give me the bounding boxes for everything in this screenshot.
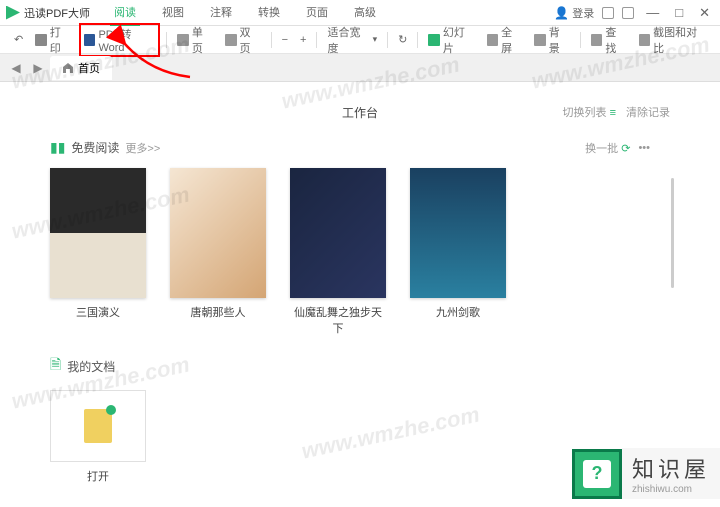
fullscreen-button[interactable]: 全屏 (483, 22, 527, 58)
brand-icon: ? (572, 449, 622, 499)
separator (166, 32, 167, 48)
brand-name: 知识屋 (632, 452, 710, 484)
document-tabbar: ◀ ▶ 首页 (0, 54, 720, 82)
book-cover (170, 168, 266, 298)
switch-list-button[interactable]: 切换列表 ≡ (563, 104, 616, 120)
content-area: 工作台 切换列表 ≡ 清除记录 ▮▮ 免费阅读 更多>> 换一批 ⟳ ••• (0, 82, 720, 494)
more-menu[interactable]: ••• (638, 142, 650, 154)
separator (417, 32, 418, 48)
book-title: 仙魔乱舞之独步天下 (290, 304, 386, 336)
workspace-actions: 切换列表 ≡ 清除记录 (563, 104, 670, 120)
separator (387, 32, 388, 48)
book-list: 三国演义 唐朝那些人 仙魔乱舞之独步天下 九州剑歌 (50, 168, 670, 336)
word-icon (84, 34, 96, 46)
find-button[interactable]: 查找 (587, 22, 631, 58)
find-icon (591, 34, 603, 46)
refresh-button[interactable]: 换一批 ⟳ (585, 140, 630, 156)
more-link[interactable]: 更多>> (125, 140, 160, 156)
maximize-button[interactable]: □ (671, 5, 687, 20)
double-page-button[interactable]: 双页 (221, 22, 265, 58)
slideshow-button[interactable]: 幻灯片 (424, 22, 478, 58)
screenshot-icon (639, 34, 651, 46)
single-page-icon (177, 34, 189, 46)
home-icon (62, 62, 74, 74)
zoom-in-button[interactable]: + (296, 32, 310, 48)
my-docs-title: 我的文档 (67, 358, 115, 375)
brand-domain: zhishiwu.com (632, 484, 710, 495)
books-icon: ▮▮ (50, 139, 65, 156)
book-title: 三国演义 (50, 304, 146, 320)
book-title: 九州剑歌 (410, 304, 506, 320)
nav-back-button[interactable]: ◀ (6, 58, 26, 78)
brand-badge: ? 知识屋 zhishiwu.com (572, 448, 720, 499)
workspace-title: 工作台 (342, 106, 378, 120)
home-tab[interactable]: 首页 (50, 56, 112, 80)
free-read-section: ▮▮ 免费阅读 更多>> 换一批 ⟳ ••• 三国演义 唐朝那些人 (50, 139, 670, 336)
separator (271, 32, 272, 48)
book-cover (50, 168, 146, 298)
free-read-actions: 换一批 ⟳ ••• (585, 140, 650, 156)
double-page-icon (225, 34, 237, 46)
fit-width-button[interactable]: 适合宽度 ▾ (323, 22, 381, 58)
open-doc-item[interactable]: 打开 (50, 390, 146, 484)
close-button[interactable]: ✕ (695, 5, 714, 21)
book-cover (410, 168, 506, 298)
book-title: 唐朝那些人 (170, 304, 266, 320)
background-icon (534, 34, 546, 46)
document-icon (84, 409, 112, 443)
refresh-icon: ⟳ (621, 143, 630, 155)
free-read-header: ▮▮ 免费阅读 更多>> 换一批 ⟳ ••• (50, 139, 670, 156)
zoom-out-button[interactable]: − (278, 32, 292, 48)
print-button[interactable]: 打印 (31, 22, 75, 58)
background-button[interactable]: 背景 (530, 22, 574, 58)
fullscreen-icon (487, 34, 499, 46)
login-label: 登录 (572, 5, 594, 21)
list-icon: ≡ (610, 107, 616, 119)
app-logo-icon (6, 6, 20, 20)
toolbar: ↶ 打印 PDF转Word 单页 双页 − + 适合宽度 ▾ ↻ 幻灯片 全屏 … (0, 26, 720, 54)
print-icon (35, 34, 47, 46)
minimize-button[interactable]: — (642, 5, 663, 20)
tool-icon-2[interactable] (622, 7, 634, 19)
book-cover (290, 168, 386, 298)
rotate-button[interactable]: ↻ (394, 31, 411, 48)
screenshot-button[interactable]: 截图和对比 (635, 22, 710, 58)
app-title: 迅读PDF大师 (24, 5, 90, 21)
titlebar-right: 👤 登录 — □ ✕ (554, 5, 714, 21)
slideshow-icon (428, 34, 440, 46)
workspace-header: 工作台 切换列表 ≡ 清除记录 (50, 104, 670, 121)
book-item[interactable]: 九州剑歌 (410, 168, 506, 336)
my-docs-header: 🗎 我的文档 (50, 354, 670, 378)
clear-history-button[interactable]: 清除记录 (626, 104, 670, 120)
tool-icon-1[interactable] (602, 7, 614, 19)
doc-card (50, 390, 146, 462)
book-item[interactable]: 三国演义 (50, 168, 146, 336)
nav-forward-button[interactable]: ▶ (28, 58, 48, 78)
open-label: 打开 (50, 468, 146, 484)
separator (580, 32, 581, 48)
login-button[interactable]: 👤 登录 (554, 5, 594, 21)
brand-text: 知识屋 zhishiwu.com (622, 448, 720, 499)
undo-button[interactable]: ↶ (10, 31, 27, 48)
docs-icon: 🗎 (50, 354, 61, 378)
pdf-to-word-button[interactable]: PDF转Word (79, 23, 160, 57)
scroll-indicator[interactable] (671, 178, 674, 288)
book-item[interactable]: 仙魔乱舞之独步天下 (290, 168, 386, 336)
free-read-title: 免费阅读 (71, 139, 119, 156)
separator (316, 32, 317, 48)
book-item[interactable]: 唐朝那些人 (170, 168, 266, 336)
single-page-button[interactable]: 单页 (173, 22, 217, 58)
